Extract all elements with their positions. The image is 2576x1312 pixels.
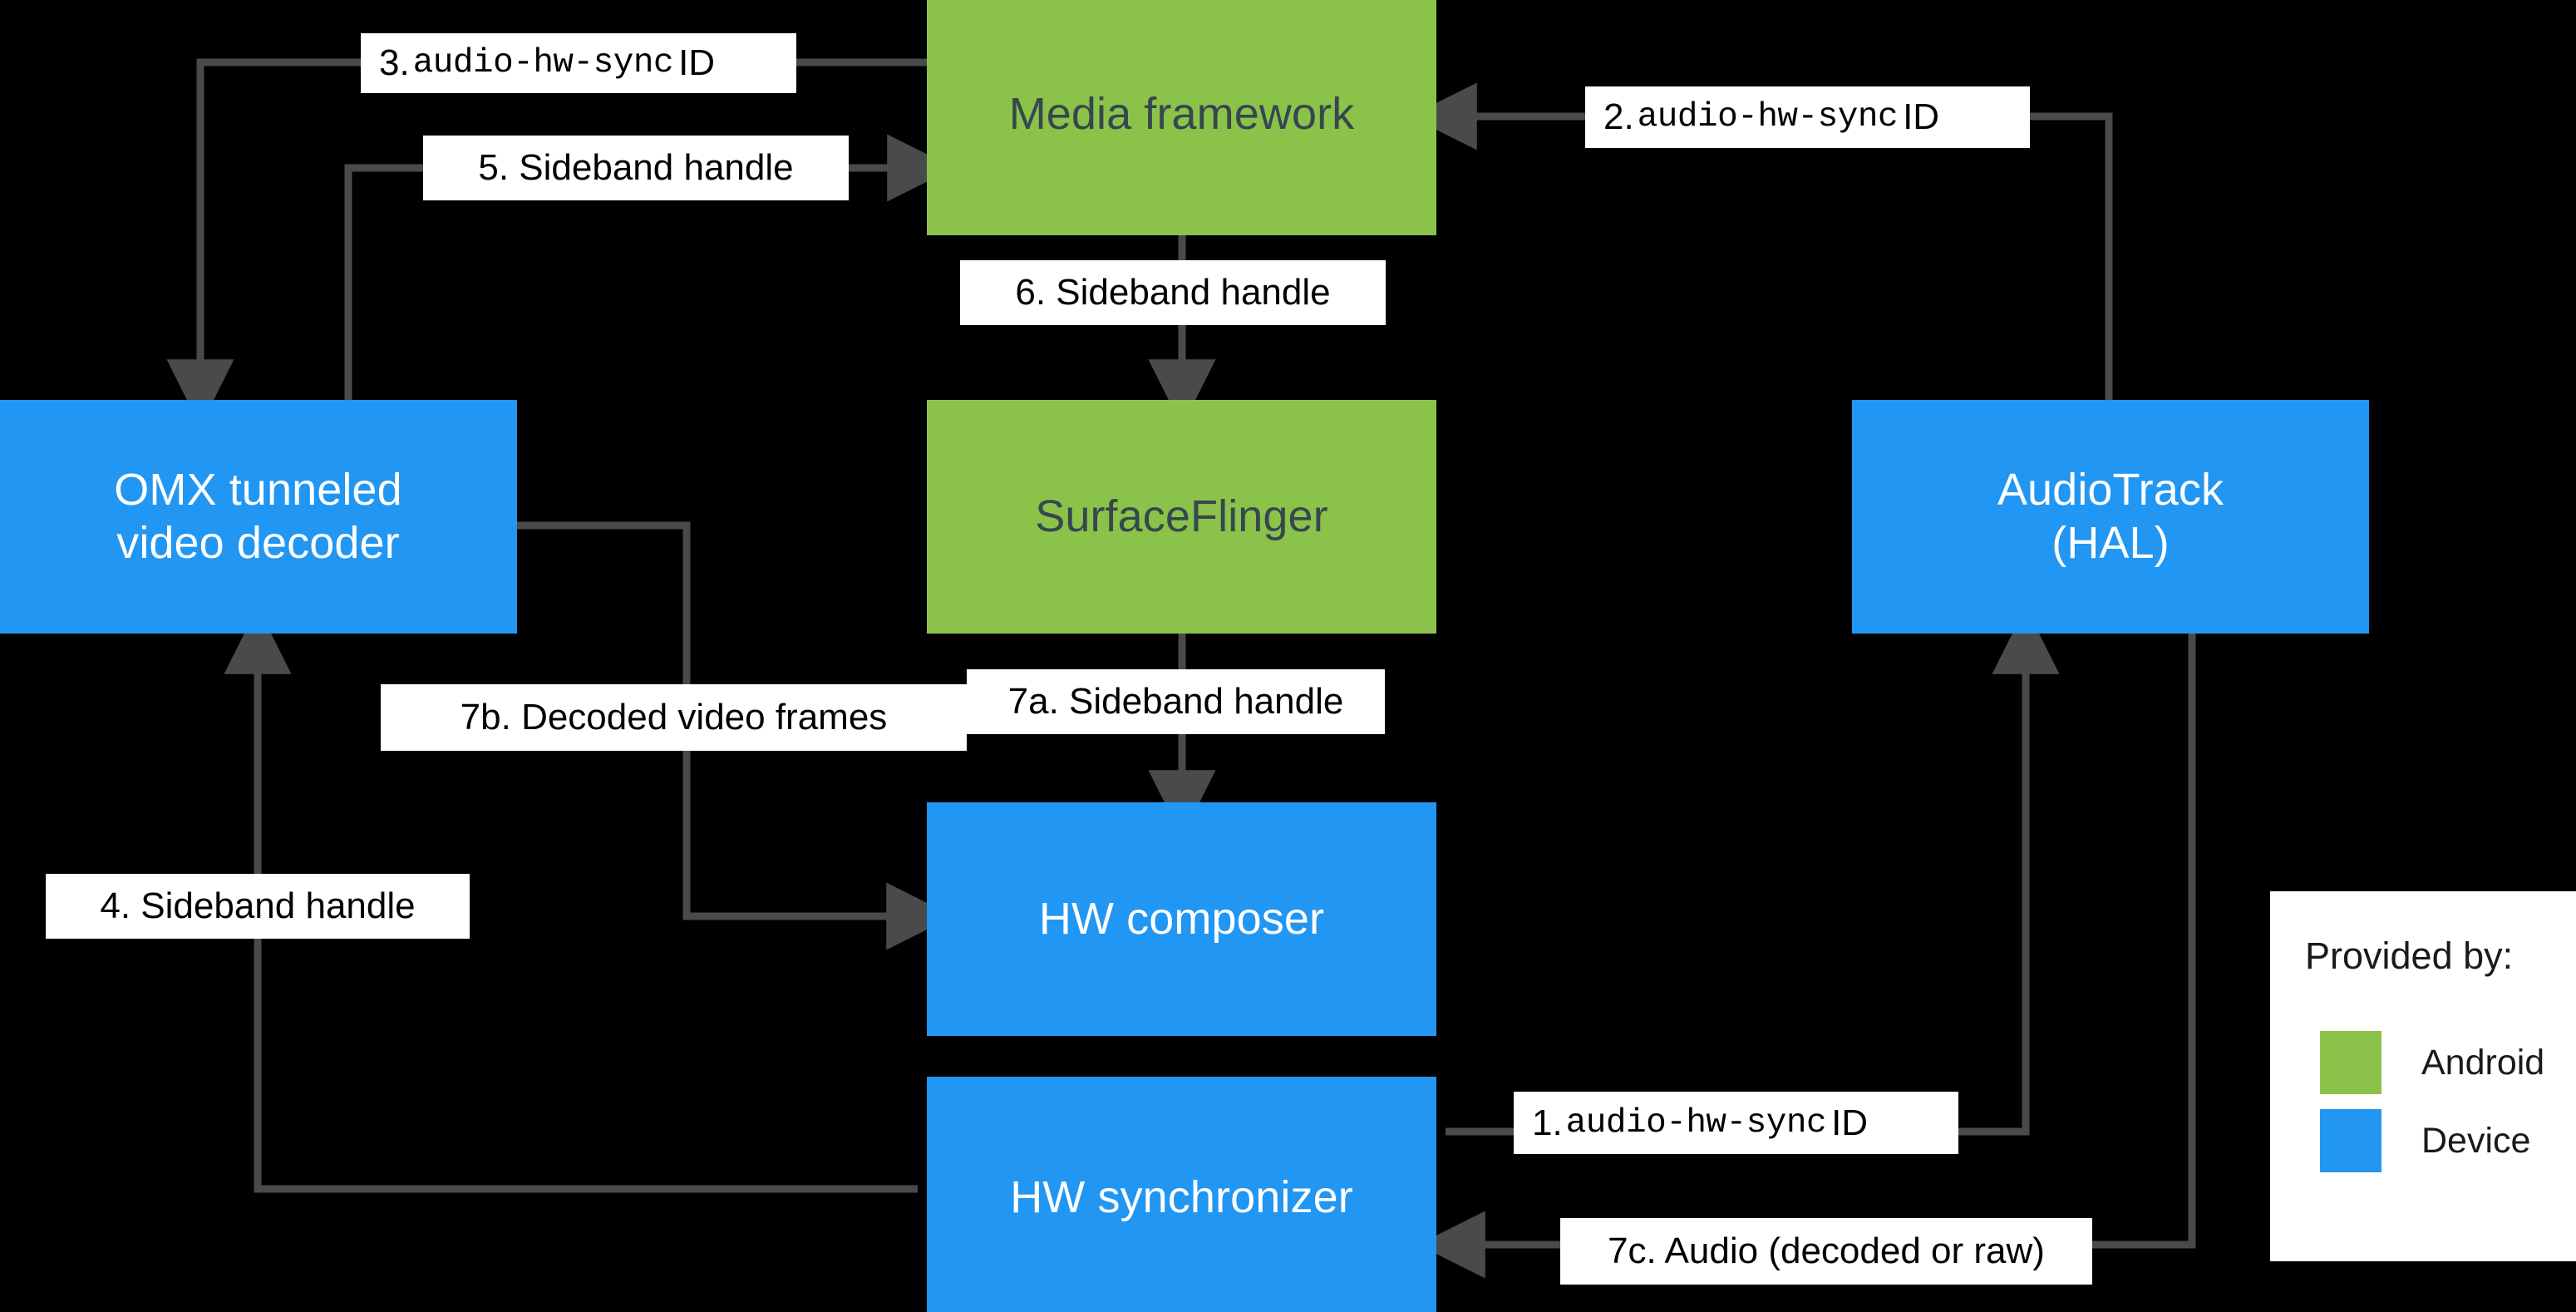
connector-2 — [1409, 82, 2113, 400]
node-hw-composer[interactable]: HW composer — [927, 802, 1436, 1036]
edge-label-7c: 7c. Audio (decoded or raw) — [1560, 1218, 2092, 1285]
edge-label-6: 6. Sideband handle — [960, 260, 1386, 325]
edge-label-7b-text: 7b. Decoded video frames — [460, 697, 888, 737]
edge-label-5: 5. Sideband handle — [423, 136, 849, 200]
connector-1 — [1446, 606, 2060, 1136]
node-omx-tunneled-video-decoder[interactable]: OMX tunneled video decoder — [0, 400, 517, 634]
legend-swatch-device-icon — [2320, 1109, 2381, 1172]
edge-label-3-suffix: ID — [678, 42, 716, 83]
edge-label-2-suffix: ID — [1903, 96, 1940, 137]
edge-label-5-text: 5. Sideband handle — [478, 147, 794, 188]
edge-label-2-mono: audio-hw-sync — [1637, 98, 1899, 136]
edge-label-7a-text: 7a. Sideband handle — [1007, 681, 1344, 722]
edge-label-3-prefix: 3. — [379, 42, 410, 83]
edge-label-7b: 7b. Decoded video frames — [381, 684, 967, 751]
edge-label-1-mono: audio-hw-sync — [1565, 1103, 1827, 1142]
edge-label-3-mono: audio-hw-sync — [412, 44, 674, 82]
edge-label-1: 1. audio-hw-sync ID — [1514, 1092, 1958, 1154]
connector-3 — [166, 58, 927, 427]
legend-panel: Provided by: Android Device — [2270, 891, 2576, 1261]
edge-label-7c-text: 7c. Audio (decoded or raw) — [1608, 1231, 2045, 1271]
edge-label-3: 3. audio-hw-sync ID — [361, 33, 796, 93]
node-surfaceflinger-label: SurfaceFlinger — [1035, 491, 1328, 541]
node-audiotrack-hal[interactable]: AudioTrack (HAL) — [1852, 400, 2369, 634]
legend-swatch-android-icon — [2320, 1031, 2381, 1094]
edge-label-4-text: 4. Sideband handle — [100, 885, 416, 926]
legend-item-device: Device — [2320, 1109, 2530, 1172]
node-audiotrack-hal-label: AudioTrack (HAL) — [1997, 464, 2224, 568]
node-hw-synchronizer[interactable]: HW synchronizer — [927, 1077, 1436, 1312]
legend-title: Provided by: — [2305, 935, 2514, 977]
edge-label-2: 2. audio-hw-sync ID — [1585, 86, 2030, 148]
node-media-framework-label: Media framework — [1008, 88, 1355, 139]
edge-label-4: 4. Sideband handle — [46, 874, 470, 939]
node-media-framework[interactable]: Media framework — [927, 0, 1436, 235]
legend-item-device-label: Device — [2421, 1120, 2531, 1161]
node-hw-composer-label: HW composer — [1038, 893, 1325, 944]
connector-5 — [344, 134, 955, 400]
edge-label-2-prefix: 2. — [1603, 96, 1634, 137]
edge-label-1-prefix: 1. — [1532, 1102, 1563, 1143]
diagram-canvas: Media framework SurfaceFlinger OMX tunne… — [0, 0, 2576, 1312]
node-omx-tunneled-video-decoder-label: OMX tunneled video decoder — [114, 464, 402, 568]
node-surfaceflinger[interactable]: SurfaceFlinger — [927, 400, 1436, 634]
legend-item-android-label: Android — [2421, 1042, 2545, 1083]
edge-label-6-text: 6. Sideband handle — [1015, 272, 1331, 313]
legend-item-android: Android — [2320, 1031, 2544, 1094]
edge-label-1-suffix: ID — [1831, 1102, 1869, 1143]
edge-label-7a: 7a. Sideband handle — [967, 669, 1385, 734]
node-hw-synchronizer-label: HW synchronizer — [1010, 1171, 1353, 1222]
